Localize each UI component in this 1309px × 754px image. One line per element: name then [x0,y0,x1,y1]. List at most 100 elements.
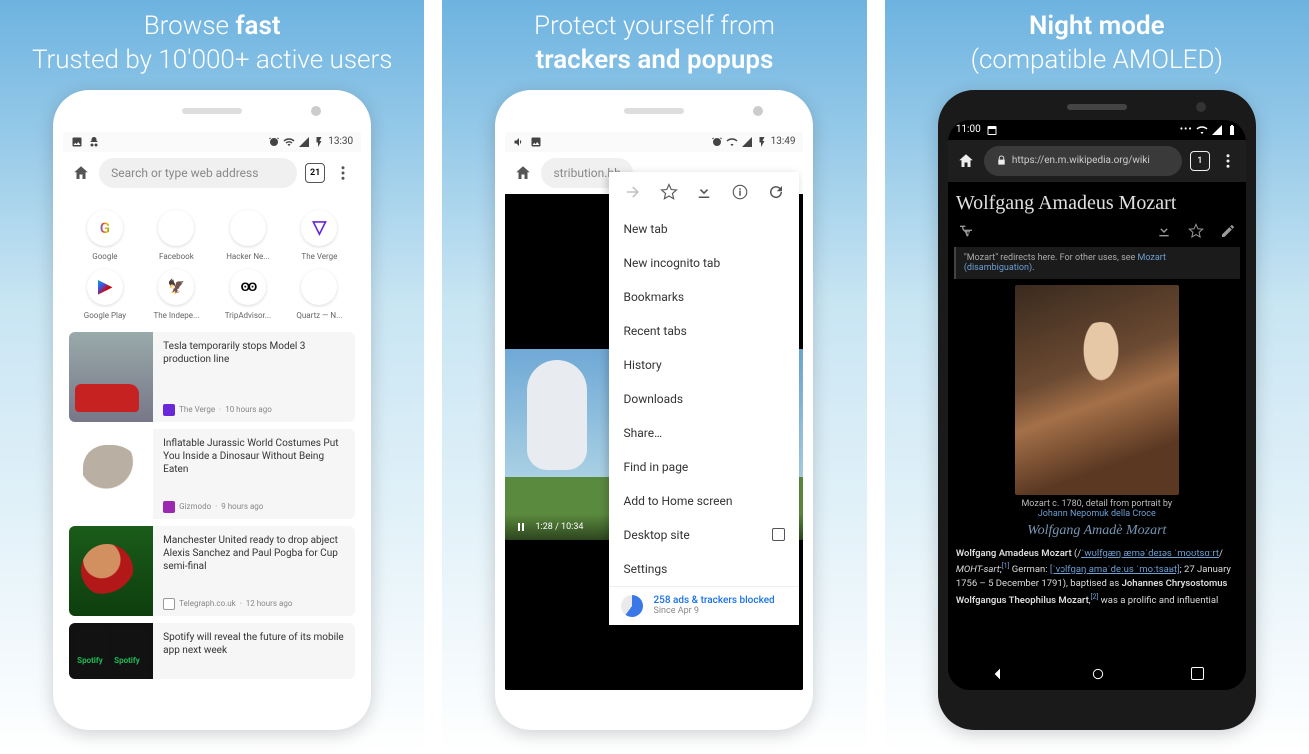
phone-speaker [1067,104,1127,110]
news-feed[interactable]: Tesla temporarily stops Model 3 producti… [63,326,361,690]
promo-panel-fast: Browse fast Trusted by 10'000+ active us… [0,0,424,754]
reload-icon[interactable] [766,182,786,202]
phone-speaker [182,108,242,114]
status-time: 11:00 [956,124,981,136]
shortcut-facebook[interactable]: fFacebook [143,210,211,261]
caption-link[interactable]: Johann Nepomuk della Croce [1038,509,1156,519]
screen: 13:30 Search or type web address 21 Goog… [63,132,361,690]
phone-mockup-dark: 11:00 ••• https://en.m.wikipedia.org/wik… [938,90,1256,730]
star-icon[interactable] [1188,223,1204,239]
star-icon[interactable] [659,182,679,202]
phone-camera [753,106,763,116]
image-caption: Mozart c. 1780, detail from portrait by … [948,499,1246,519]
lock-icon [996,155,1007,166]
shortcut-label: TripAdvisor... [225,311,271,320]
url-bar[interactable]: https://en.m.wikipedia.org/wiki [984,146,1182,176]
menu-add-home[interactable]: Add to Home screen [609,484,799,518]
menu-incognito[interactable]: New incognito tab [609,246,799,280]
search-input[interactable]: Search or type web address [99,158,297,188]
menu-downloads[interactable]: Downloads [609,382,799,416]
shortcut-independent[interactable]: The Indepe... [143,269,211,320]
feed-title: Manchester United ready to drop abject A… [163,534,345,573]
forward-icon[interactable] [623,182,643,202]
status-bar: 13:30 [63,132,361,152]
shortcut-label: Google [92,252,117,261]
incognito-icon [88,136,100,148]
info-icon[interactable] [730,182,750,202]
home-icon[interactable] [513,163,533,183]
menu-desktop-site[interactable]: Desktop site [609,518,799,552]
signal-icon [298,136,310,148]
menu-new-tab[interactable]: New tab [609,212,799,246]
home-icon[interactable] [956,151,976,171]
video-time: 1:28 / 10:34 [535,522,583,532]
home-nav-icon[interactable] [1090,666,1106,682]
tab-switcher[interactable]: 21 [305,163,325,183]
feed-card[interactable]: SpotifySpotifySpotifySpotify Spotify wil… [69,623,355,679]
language-icon[interactable] [958,223,974,239]
url-text: https://en.m.wikipedia.org/wiki [1012,155,1150,166]
wiki-article[interactable]: Wolfgang Amadeus Mozart "Mozart" redirec… [948,182,1246,658]
signal-icon [741,136,753,148]
search-placeholder: Search or type web address [111,166,258,180]
volume-icon [513,136,525,148]
feed-card[interactable]: Tesla temporarily stops Model 3 producti… [69,332,355,422]
shortcut-verge[interactable]: The Verge [286,210,354,261]
menu-history[interactable]: History [609,348,799,382]
checkbox-icon[interactable] [772,528,785,541]
home-icon[interactable] [71,163,91,183]
status-time: 13:30 [328,136,353,147]
shortcut-google[interactable]: Google [71,210,139,261]
menu-settings[interactable]: Settings [609,552,799,586]
article-body: Wolfgang Amadeus Mozart (/ˈwʊlfɡæŋ æməˈd… [948,545,1246,610]
menu-icon[interactable] [333,163,353,183]
toolbar: https://en.m.wikipedia.org/wiki 1 [948,140,1246,182]
tab-switcher[interactable]: 1 [1190,151,1210,171]
back-icon[interactable] [990,666,1006,682]
shortcut-quartz[interactable]: QQuartz — N... [286,269,354,320]
shortcut-label: The Indepe... [153,311,199,320]
menu-share[interactable]: Share… [609,416,799,450]
signature-image: Wolfgang Amadè Mozart [948,519,1246,545]
shortcut-play[interactable]: Google Play [71,269,139,320]
toolbar: Search or type web address 21 [63,152,361,194]
portrait-image[interactable] [1015,285,1179,495]
feed-card[interactable]: Inflatable Jurassic World Costumes Put Y… [69,429,355,519]
download-icon[interactable] [694,182,714,202]
feed-title: Spotify will reveal the future of its mo… [163,631,345,657]
battery-icon [1226,124,1238,136]
feed-thumb [69,526,153,616]
wifi-icon [283,136,295,148]
blocked-since: Since Apr 9 [653,606,774,616]
menu-recent-tabs[interactable]: Recent tabs [609,314,799,348]
feed-title: Tesla temporarily stops Model 3 producti… [163,340,345,366]
headline-bold: Night mode [1029,11,1165,41]
article-title: Wolfgang Amadeus Mozart [948,182,1246,221]
shortcuts-grid: Google fFacebook YHacker Ne... The Verge… [63,194,361,326]
edit-icon[interactable] [1220,223,1236,239]
feed-title: Inflatable Jurassic World Costumes Put Y… [163,437,345,476]
screen: 11:00 ••• https://en.m.wikipedia.org/wik… [948,120,1246,690]
menu-find[interactable]: Find in page [609,450,799,484]
feed-thumb [69,429,153,519]
menu-icon-row [609,172,799,212]
phone-mockup: 13:49 stribution.bb 1:28 / 10:34 [495,90,813,730]
promo-panel-night: Night mode (compatible AMOLED) 11:00 ••• [885,0,1309,754]
shortcut-tripadvisor[interactable]: TripAdvisor... [214,269,282,320]
status-time: 13:49 [771,136,796,147]
pause-icon[interactable] [515,521,527,533]
shortcut-label: The Verge [301,252,337,261]
menu-bookmarks[interactable]: Bookmarks [609,280,799,314]
promo-panel-protect: Protect yourself from trackers and popup… [442,0,866,754]
blocked-count: 258 ads & trackers blocked [653,595,774,606]
menu-icon[interactable] [1218,151,1238,171]
shortcut-label: Google Play [84,311,126,320]
feed-card[interactable]: Manchester United ready to drop abject A… [69,526,355,616]
article-tabs [948,221,1246,247]
headline-bold: fast [235,11,280,41]
recents-icon[interactable] [1191,667,1204,680]
headline-pre: Browse [144,11,236,41]
download-icon[interactable] [1156,223,1172,239]
ad-block-status[interactable]: 258 ads & trackers blocked Since Apr 9 [609,586,799,625]
shortcut-hackernews[interactable]: YHacker Ne... [214,210,282,261]
